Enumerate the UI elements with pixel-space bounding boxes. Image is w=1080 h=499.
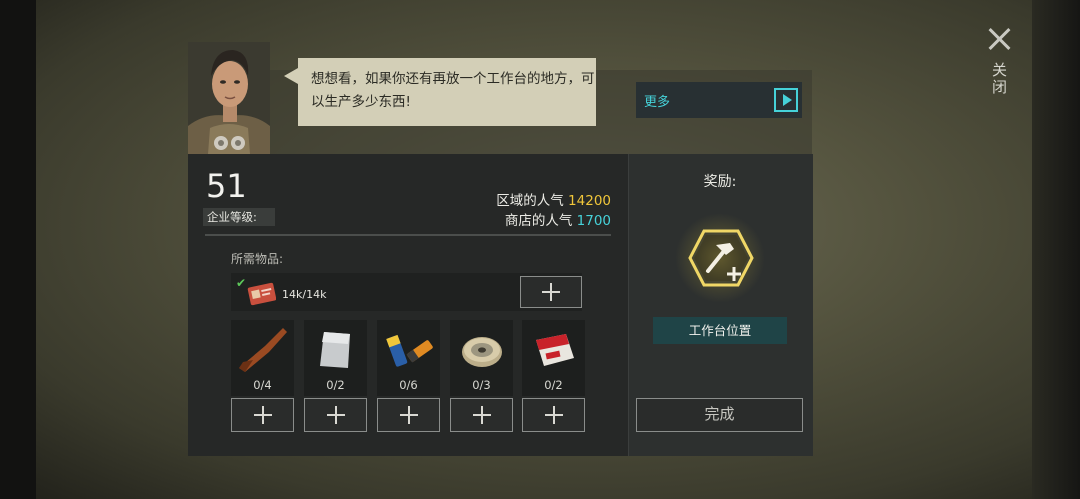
plus-icon xyxy=(544,406,563,424)
material-count: 0/6 xyxy=(399,378,418,392)
screen-edge-right xyxy=(1032,0,1080,499)
material-card: 0/3 xyxy=(450,320,513,396)
wire-spool-icon xyxy=(461,337,502,367)
add-material-button[interactable] xyxy=(231,398,294,432)
region-popularity-label: 区域的人气 xyxy=(496,193,564,209)
required-items-label: 所需物品: xyxy=(231,252,284,266)
divider xyxy=(205,234,611,236)
material-card: 0/6 xyxy=(377,320,440,396)
material-count: 0/2 xyxy=(326,378,345,392)
add-material-button[interactable] xyxy=(522,398,585,432)
add-main-item-button[interactable] xyxy=(520,276,582,308)
material-card: 0/4 xyxy=(231,320,294,396)
plus-icon xyxy=(399,406,418,424)
shop-popularity-value: 1700 xyxy=(576,213,611,229)
batteries-icon xyxy=(385,334,433,367)
npc-speech-bubble: 想想看，如果你还有再放一个工作台的地方，可以生产多少东西! xyxy=(284,58,596,126)
complete-button[interactable]: 完成 xyxy=(636,398,803,432)
material-count: 0/3 xyxy=(472,378,491,392)
plus-icon xyxy=(326,406,345,424)
more-button[interactable]: 更多 xyxy=(636,82,802,118)
metal-sheet-icon xyxy=(319,332,350,368)
shop-popularity: 商店的人气 1700 xyxy=(505,209,611,229)
material-card: 0/2 xyxy=(522,320,585,396)
material-count: 0/4 xyxy=(253,378,272,392)
character-portrait xyxy=(188,42,270,154)
more-label: 更多 xyxy=(644,94,671,110)
main-requirement-count: 14k/14k xyxy=(282,288,327,301)
add-material-button[interactable] xyxy=(304,398,367,432)
rifle-stock-icon xyxy=(238,328,287,372)
plus-icon xyxy=(472,406,491,424)
company-level-label: 企业等级: xyxy=(203,208,275,226)
close-icon[interactable] xyxy=(984,24,1014,54)
add-material-button[interactable] xyxy=(450,398,513,432)
plus-icon xyxy=(542,283,560,301)
id-card-icon xyxy=(246,282,277,306)
region-popularity-value: 14200 xyxy=(568,193,611,209)
hammer-plus-icon xyxy=(688,229,754,287)
add-material-button[interactable] xyxy=(377,398,440,432)
check-icon: ✔ xyxy=(236,276,247,290)
workbench-location-button[interactable]: 工作台位置 xyxy=(653,317,787,344)
play-icon[interactable] xyxy=(774,88,798,112)
region-popularity: 区域的人气 14200 xyxy=(496,189,611,209)
cigarette-pack-icon xyxy=(535,334,574,366)
close-label[interactable]: 关闭 xyxy=(988,62,1010,96)
reward-title: 奖励: xyxy=(703,174,737,190)
screen-edge-left xyxy=(0,0,36,499)
material-count: 0/2 xyxy=(544,378,563,392)
shop-popularity-label: 商店的人气 xyxy=(504,213,573,229)
material-card: 0/2 xyxy=(304,320,367,396)
plus-icon xyxy=(253,406,272,424)
company-level-value: 51 xyxy=(206,167,247,205)
